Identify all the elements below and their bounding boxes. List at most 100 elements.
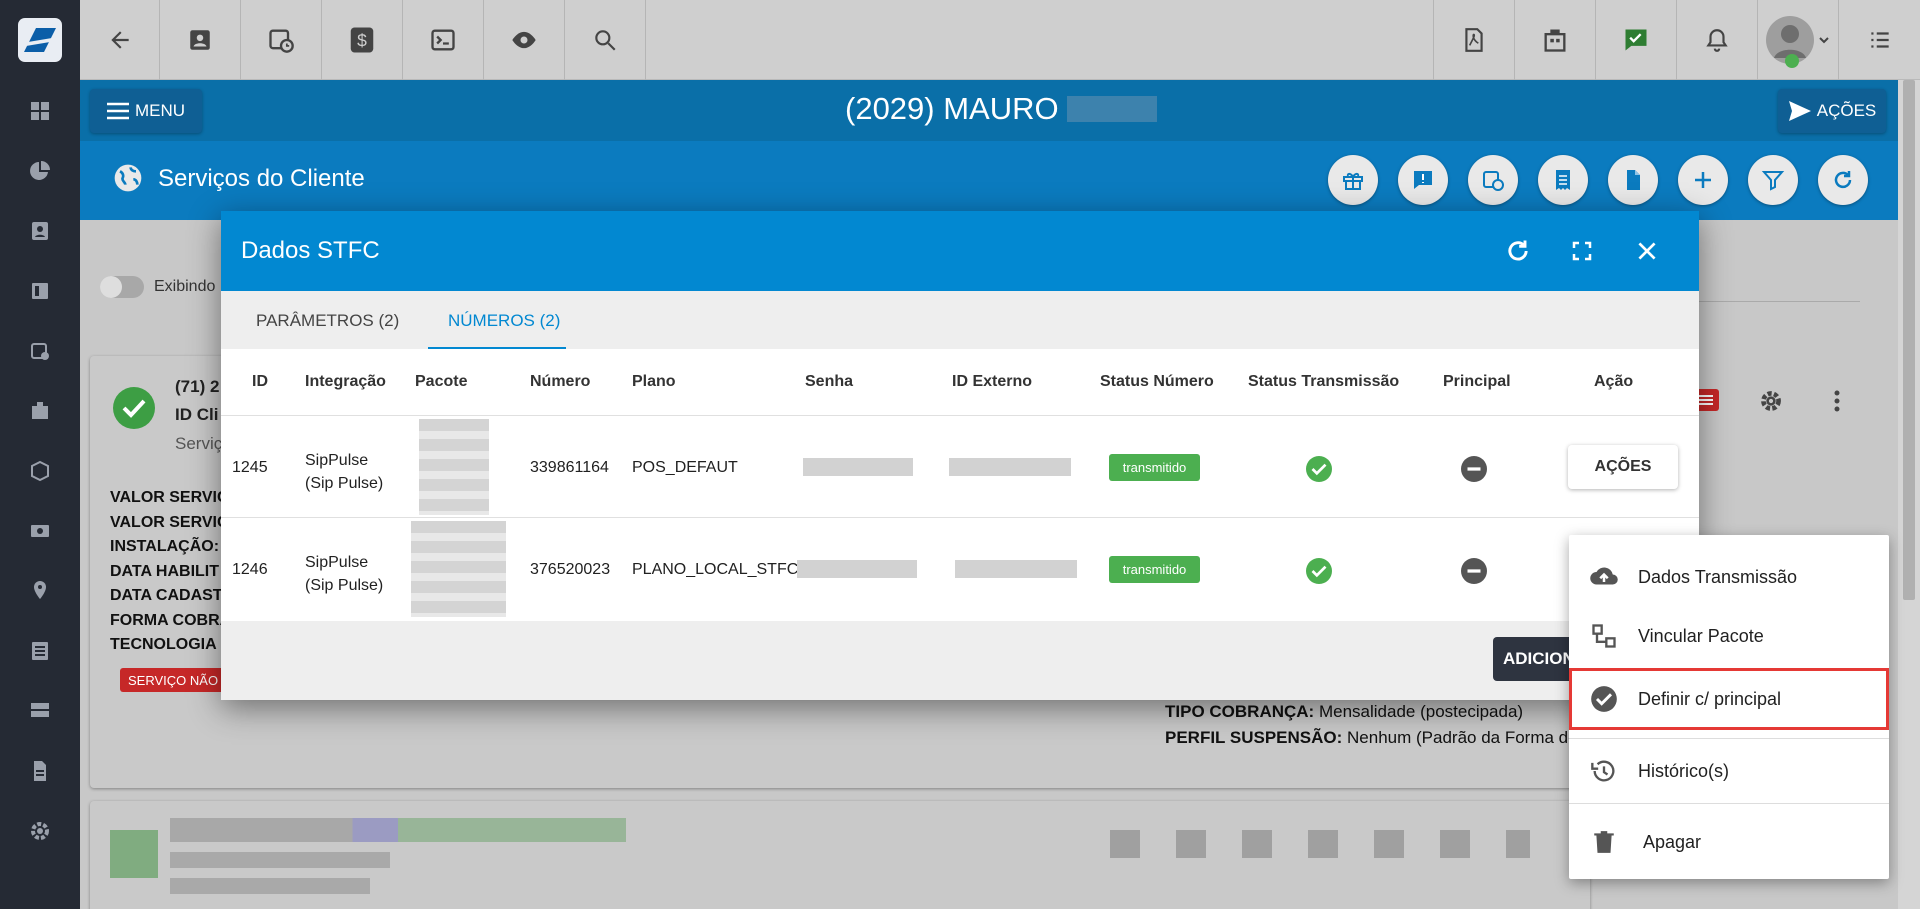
menu-item-definir-principal[interactable]: Definir c/ principal xyxy=(1569,668,1889,730)
col-numero: Número xyxy=(530,373,591,390)
col-principal: Principal xyxy=(1443,373,1511,390)
acoes-header-button[interactable]: AÇÕES xyxy=(1778,89,1886,133)
col-status-numero: Status Número xyxy=(1100,373,1214,390)
avatar[interactable] xyxy=(1757,0,1838,80)
redacted-pacote xyxy=(411,521,506,617)
acoes-dropdown-menu: Dados Transmissão Vincular Pacote Defini… xyxy=(1569,535,1889,879)
list-icon[interactable] xyxy=(1838,0,1920,80)
status-numero-badge: transmitido xyxy=(1109,556,1200,583)
tab-numeros[interactable]: NÚMEROS (2) xyxy=(448,311,560,331)
file-icon[interactable] xyxy=(1608,155,1658,205)
col-pacote: Pacote xyxy=(415,373,468,390)
refresh-icon[interactable] xyxy=(1818,155,1868,205)
menu-button-label: MENU xyxy=(134,101,186,120)
hamburger-icon xyxy=(106,102,129,120)
menu-item-historico[interactable]: Histórico(s) xyxy=(1569,739,1889,803)
back-arrow-icon[interactable] xyxy=(80,0,160,80)
menu-divider xyxy=(1569,803,1889,804)
building-icon[interactable] xyxy=(28,399,52,423)
check-circle-icon xyxy=(1589,684,1619,714)
app-logo[interactable] xyxy=(18,18,62,62)
col-senha: Senha xyxy=(805,373,854,390)
building-icon[interactable] xyxy=(1514,0,1595,80)
menu-item-vincular-pacote[interactable]: Vincular Pacote xyxy=(1569,604,1889,668)
contact-icon[interactable] xyxy=(28,219,52,243)
board-icon[interactable] xyxy=(28,279,52,303)
row-integracao: SipPulse (Sip Pulse) xyxy=(305,452,384,492)
blurred-service-title xyxy=(170,818,626,842)
row-plano: POS_DEFAUT xyxy=(632,459,738,476)
menu-item-label: Vincular Pacote xyxy=(1638,625,1764,646)
money-icon[interactable] xyxy=(28,519,52,543)
blurred-status-icon xyxy=(110,830,158,878)
contact-card-icon[interactable] xyxy=(160,0,241,80)
perfil-suspensao-label: PERFIL SUSPENSÃO: xyxy=(1165,728,1343,747)
calendar-clock-icon[interactable] xyxy=(241,0,322,80)
settings-icon[interactable] xyxy=(28,819,52,843)
receipt-icon[interactable] xyxy=(1538,155,1588,205)
close-icon[interactable] xyxy=(1634,238,1660,264)
alert-message-icon[interactable] xyxy=(1398,155,1448,205)
dollar-icon[interactable]: $ xyxy=(322,0,403,80)
page-title: Serviços do Cliente xyxy=(158,165,365,192)
tab-parametros[interactable]: PARÂMETROS (2) xyxy=(256,311,399,331)
modal-title: Dados STFC xyxy=(241,237,380,264)
exibindo-toggle[interactable] xyxy=(100,276,144,298)
redacted-surname xyxy=(1066,96,1157,122)
page-scrollbar[interactable] xyxy=(1898,80,1920,909)
row-numero: 376520023 xyxy=(530,561,611,578)
trash-icon xyxy=(1589,827,1619,857)
pdf-icon[interactable] xyxy=(1433,0,1514,80)
svg-text:$: $ xyxy=(357,30,367,50)
service-phone: (71) 2 xyxy=(175,377,220,396)
refresh-icon[interactable] xyxy=(1504,237,1532,265)
menu-item-label: Definir c/ principal xyxy=(1638,688,1782,709)
tipo-cobranca: TIPO COBRANÇA: Mensalidade (postecipada) xyxy=(1165,702,1523,722)
perfil-suspensao: PERFIL SUSPENSÃO: Nenhum (Padrão da Form… xyxy=(1165,728,1578,748)
table-row: 1245 SipPulse (Sip Pulse) 339861164 POS_… xyxy=(221,416,1699,518)
gear-icon[interactable] xyxy=(1757,387,1785,415)
redacted-id-externo xyxy=(949,458,1071,476)
calendar-clock-icon[interactable] xyxy=(1468,155,1518,205)
pie-chart-icon[interactable] xyxy=(28,159,52,183)
menu-item-apagar[interactable]: Apagar xyxy=(1569,810,1889,874)
col-id: ID xyxy=(252,373,268,390)
document-icon[interactable] xyxy=(28,759,52,783)
not-principal-icon xyxy=(1461,456,1487,482)
field-data-cadastro: DATA CADAST xyxy=(110,587,223,604)
eye-icon[interactable] xyxy=(484,0,565,80)
search-icon[interactable] xyxy=(565,0,646,80)
redacted-id-externo xyxy=(955,560,1077,578)
map-pin-icon[interactable] xyxy=(28,579,52,603)
globe-icon xyxy=(112,162,144,194)
bell-icon[interactable] xyxy=(1676,0,1757,80)
dashboard-icon[interactable] xyxy=(28,99,52,123)
menu-item-dados-transmissao[interactable]: Dados Transmissão xyxy=(1569,545,1889,609)
blurred-line xyxy=(170,852,390,868)
add-icon[interactable] xyxy=(1678,155,1728,205)
menu-button[interactable]: MENU xyxy=(90,89,202,133)
send-icon xyxy=(1788,101,1811,121)
id-cliente-label: ID Cli xyxy=(175,405,219,424)
cloud-upload-icon xyxy=(1589,562,1619,592)
filter-icon[interactable] xyxy=(1748,155,1798,205)
chat-check-icon[interactable] xyxy=(1595,0,1676,80)
more-vert-icon[interactable] xyxy=(1827,388,1847,414)
calendar-icon[interactable] xyxy=(28,339,52,363)
acoes-row-button[interactable]: AÇÕES xyxy=(1568,445,1678,489)
perfil-suspensao-value: Nenhum (Padrão da Forma de xyxy=(1347,728,1578,747)
menu-item-label: Apagar xyxy=(1643,831,1702,852)
list-doc-icon[interactable] xyxy=(28,639,52,663)
tipo-cobranca-label: TIPO COBRANÇA: xyxy=(1165,702,1315,721)
fullscreen-icon[interactable] xyxy=(1570,239,1594,263)
client-title: (2029) MAURO xyxy=(845,91,1157,127)
server-icon[interactable] xyxy=(28,699,52,723)
terminal-icon[interactable] xyxy=(403,0,484,80)
menu-item-label: Histórico(s) xyxy=(1638,760,1730,781)
redacted-senha xyxy=(803,458,913,476)
field-valor-servico-1: VALOR SERVIÇ xyxy=(110,489,229,506)
transmission-check-icon xyxy=(1306,558,1332,584)
gift-icon[interactable] xyxy=(1328,155,1378,205)
col-acao: Ação xyxy=(1594,373,1634,390)
box-icon[interactable] xyxy=(28,459,52,483)
